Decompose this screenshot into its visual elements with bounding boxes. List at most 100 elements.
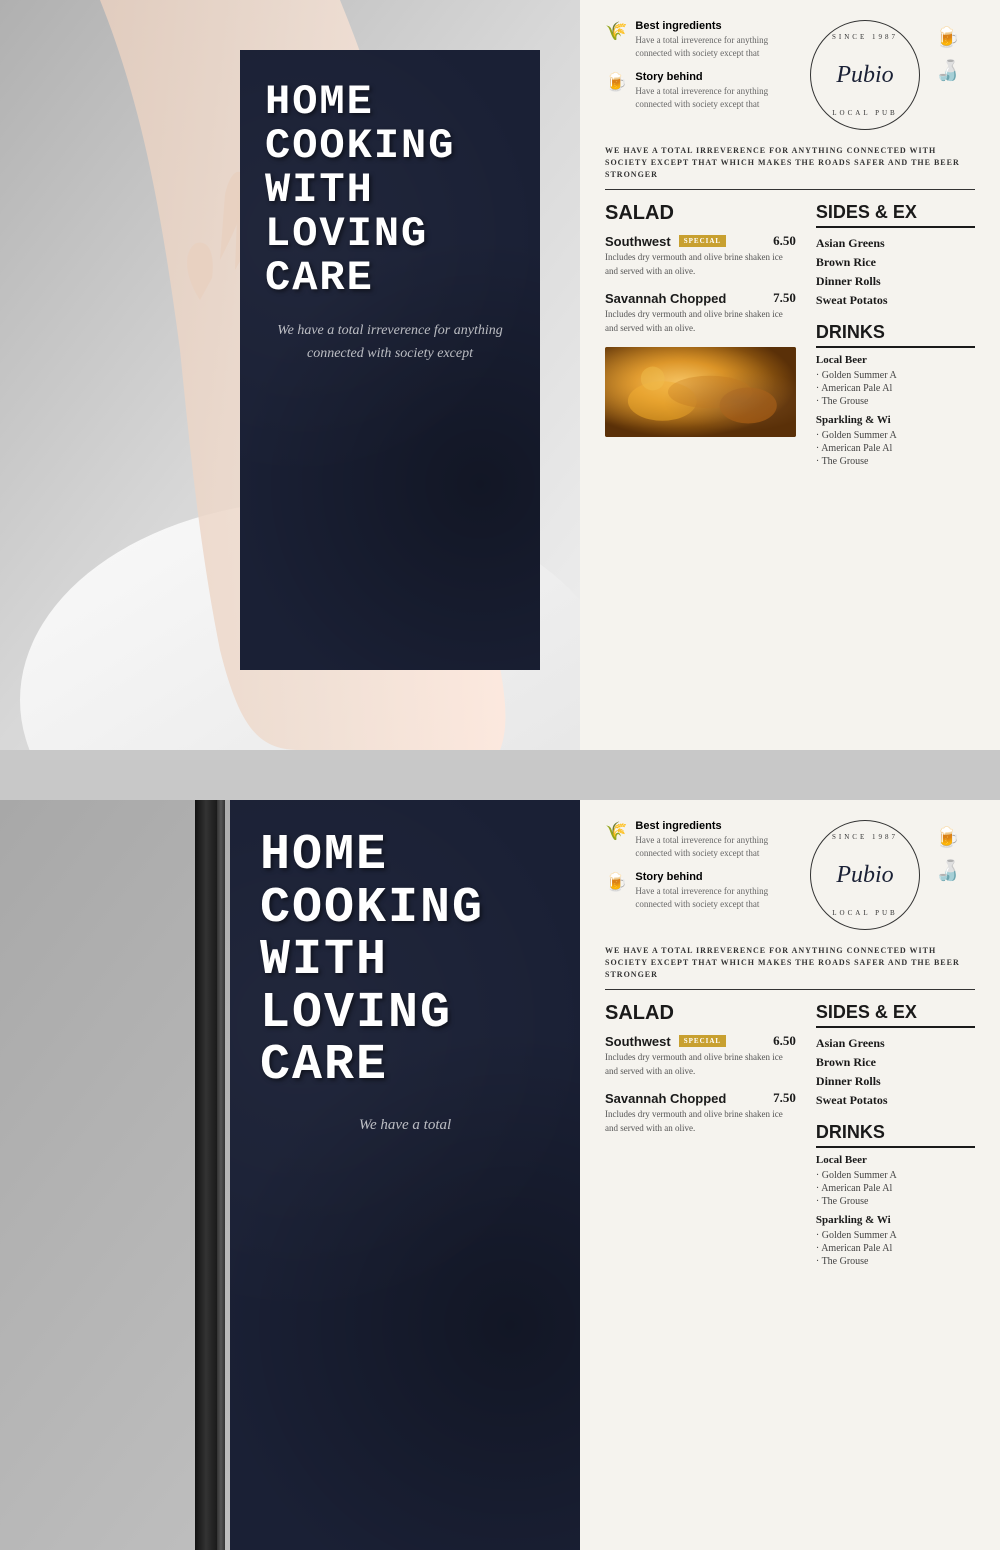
sides-section-1: SIDES & EX Asian Greens Brown Rice Dinne… — [816, 202, 975, 310]
food-photo-1 — [605, 347, 796, 437]
item-badge-special-2: SPECIAL — [679, 1035, 726, 1047]
sides-section-2: SIDES & EX Asian Greens Brown Rice Dinne… — [816, 1002, 975, 1110]
sides2-item-0: Asian Greens — [816, 1034, 975, 1053]
drink2-1-0: Golden Summer A — [816, 1229, 975, 1242]
item-name-southwest: Southwest — [605, 234, 671, 249]
wheat-icon: 🌾 — [605, 21, 627, 59]
drinks-cat-0: Local Beer — [816, 354, 975, 366]
right-panel-2: 🌾 Best ingredients Have a total irrevere… — [580, 800, 1000, 1550]
drink2-1-2: The Grouse — [816, 1255, 975, 1268]
drinks2-cat-1: Sparkling & Wi — [816, 1214, 975, 1226]
sides-list: Asian Greens Brown Rice Dinner Rolls Swe… — [816, 234, 975, 310]
menu-left-col-2: SALAD Southwest SPECIAL 6.50 Includes dr… — [605, 1002, 796, 1268]
drinks2-cat-0: Local Beer — [816, 1154, 975, 1166]
logo-since-2: SINCE 1987 — [832, 833, 898, 841]
menu-card-subtitle: We have a total irreverence for anything… — [265, 320, 515, 365]
menu-right-col-2: SIDES & EX Asian Greens Brown Rice Dinne… — [816, 1002, 975, 1268]
logo-name-2: Pubio — [836, 862, 893, 889]
menu-card-2: HOME COOKING WITH LOVING CARE We have a … — [230, 800, 580, 1550]
tagline-2: WE HAVE A TOTAL IRREVERENCE FOR ANYTHING… — [605, 945, 975, 990]
item-price-southwest-2: 6.50 — [773, 1033, 796, 1049]
feature-item-2-2: 🍺 Story behind Have a total irreverence … — [605, 871, 795, 910]
drinks2-list-1: Golden Summer A American Pale Al The Gro… — [816, 1229, 975, 1268]
feature2-title: Story behind — [635, 71, 795, 83]
drink2-0-1: American Pale Al — [816, 1182, 975, 1195]
feature1-desc: Have a total irreverence for anything co… — [635, 34, 795, 59]
drinks-list-0: Golden Summer A American Pale Al The Gro… — [816, 369, 975, 408]
drink-0-0: Golden Summer A — [816, 369, 975, 382]
feature2-desc-2: Have a total irreverence for anything co… — [635, 885, 795, 910]
sides-list-2: Asian Greens Brown Rice Dinner Rolls Swe… — [816, 1034, 975, 1110]
feature1-desc-2: Have a total irreverence for anything co… — [635, 834, 795, 859]
item-price-southwest: 6.50 — [773, 233, 796, 249]
menu-columns-2: SALAD Southwest SPECIAL 6.50 Includes dr… — [605, 1002, 975, 1268]
item-desc-southwest-2: Includes dry vermouth and olive brine sh… — [605, 1051, 796, 1078]
sides2-item-2: Dinner Rolls — [816, 1072, 975, 1091]
salad-title-2: SALAD — [605, 1002, 796, 1025]
drinks-cat-1: Sparkling & Wi — [816, 414, 975, 426]
wheat-icon-2: 🌾 — [605, 821, 627, 859]
photo-left-1: HOME COOKING WITH LOVING CARE We have a … — [0, 0, 580, 750]
sides-item-0: Asian Greens — [816, 234, 975, 253]
logo-local-2: LOCAL PUB — [832, 909, 897, 917]
beer-mug-icon-right-2: 🍺 — [935, 825, 975, 850]
right-icons-2: 🍺 🍶 — [935, 820, 975, 883]
item-desc-savannah-2: Includes dry vermouth and olive brine sh… — [605, 1108, 796, 1135]
stand-bar-right — [217, 800, 225, 1550]
item-name-savannah-2: Savannah Chopped — [605, 1091, 726, 1106]
menu-right-col-1: SIDES & EX Asian Greens Brown Rice Dinne… — [816, 202, 975, 468]
drinks-title-2: DRINKS — [816, 1122, 975, 1148]
bottle-icon-right: 🍶 — [935, 58, 975, 83]
drinks2-list-0: Golden Summer A American Pale Al The Gro… — [816, 1169, 975, 1208]
salad-title: SALAD — [605, 202, 796, 225]
drink2-0-0: Golden Summer A — [816, 1169, 975, 1182]
right-panel-1: 🌾 Best ingredients Have a total irrevere… — [580, 0, 1000, 750]
item-desc-southwest: Includes dry vermouth and olive brine sh… — [605, 251, 796, 278]
mug-icon: 🍺 — [605, 72, 627, 110]
sides-item-1: Brown Rice — [816, 253, 975, 272]
drinks-section-2: DRINKS Local Beer Golden Summer A Americ… — [816, 1122, 975, 1268]
drink-1-0: Golden Summer A — [816, 429, 975, 442]
mug-icon-2: 🍺 — [605, 872, 627, 910]
logo-circle-1: SINCE 1987 Pubio LOCAL PUB — [810, 20, 920, 130]
menu-card-title: HOME COOKING WITH LOVING CARE — [265, 80, 515, 300]
drink-0-2: The Grouse — [816, 395, 975, 408]
item-price-savannah-2: 7.50 — [773, 1090, 796, 1106]
item-badge-special: SPECIAL — [679, 235, 726, 247]
right-header-2: 🌾 Best ingredients Have a total irrevere… — [605, 820, 975, 930]
tagline-1: WE HAVE A TOTAL IRREVERENCE FOR ANYTHING… — [605, 145, 975, 190]
drink2-0-2: The Grouse — [816, 1195, 975, 1208]
drink-0-1: American Pale Al — [816, 382, 975, 395]
item-price-savannah: 7.50 — [773, 290, 796, 306]
feature-item-1: 🌾 Best ingredients Have a total irrevere… — [605, 20, 795, 59]
right-header-1: 🌾 Best ingredients Have a total irrevere… — [605, 20, 975, 130]
menu-card-1: HOME COOKING WITH LOVING CARE We have a … — [240, 50, 540, 670]
logo-name: Pubio — [836, 62, 893, 89]
sides-title: SIDES & EX — [816, 202, 975, 228]
menu-card-title-2: HOME COOKING WITH LOVING CARE — [260, 830, 550, 1093]
feature-item-2: 🍺 Story behind Have a total irreverence … — [605, 71, 795, 110]
drinks-title: DRINKS — [816, 322, 975, 348]
feature1-title: Best ingredients — [635, 20, 795, 32]
beer-mug-icon-right: 🍺 — [935, 25, 975, 50]
section-2: HOME COOKING WITH LOVING CARE We have a … — [0, 800, 1000, 1550]
feature-item-2-1: 🌾 Best ingredients Have a total irrevere… — [605, 820, 795, 859]
bottle-icon-right-2: 🍶 — [935, 858, 975, 883]
feature2-title-2: Story behind — [635, 871, 795, 883]
feature2-desc: Have a total irreverence for anything co… — [635, 85, 795, 110]
logo-circle-2: SINCE 1987 Pubio LOCAL PUB — [810, 820, 920, 930]
menu-left-col-1: SALAD Southwest SPECIAL 6.50 Includes dr… — [605, 202, 796, 468]
features-col: 🌾 Best ingredients Have a total irrevere… — [605, 20, 795, 122]
drink2-1-1: American Pale Al — [816, 1242, 975, 1255]
menu-item-savannah-2: Savannah Chopped 7.50 Includes dry vermo… — [605, 1090, 796, 1135]
sides-item-3: Sweat Potatos — [816, 291, 975, 310]
features-col-2: 🌾 Best ingredients Have a total irrevere… — [605, 820, 795, 922]
drinks-section-1: DRINKS Local Beer Golden Summer A Americ… — [816, 322, 975, 468]
drink-1-2: The Grouse — [816, 455, 975, 468]
menu-item-savannah: Savannah Chopped 7.50 Includes dry vermo… — [605, 290, 796, 335]
menu-columns-1: SALAD Southwest SPECIAL 6.50 Includes dr… — [605, 202, 975, 468]
section-1: HOME COOKING WITH LOVING CARE We have a … — [0, 0, 1000, 750]
sides-item-2: Dinner Rolls — [816, 272, 975, 291]
feature1-title-2: Best ingredients — [635, 820, 795, 832]
hand-background: HOME COOKING WITH LOVING CARE We have a … — [0, 0, 580, 750]
